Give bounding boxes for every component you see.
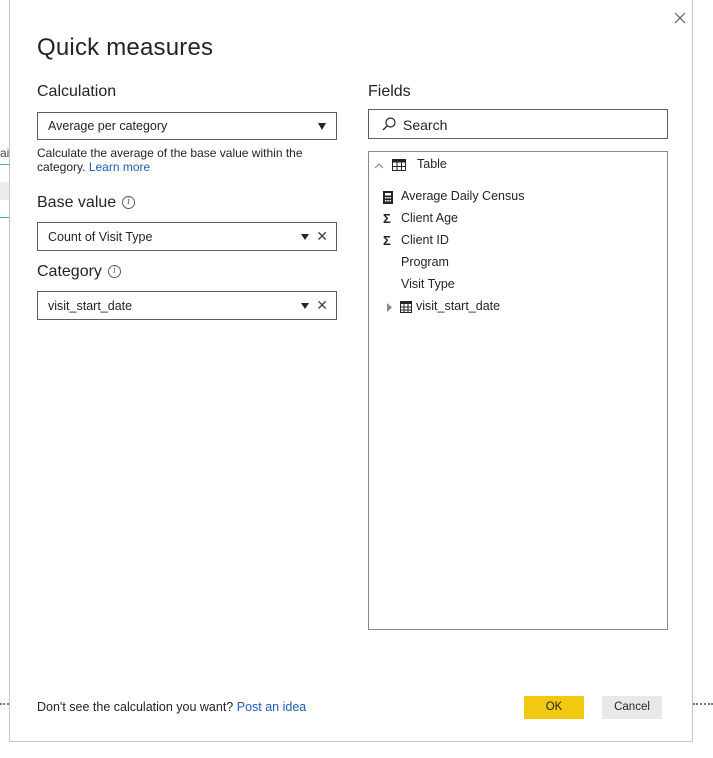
field-name: Client Age — [401, 211, 458, 225]
calculation-label: Calculation — [37, 83, 117, 100]
table-icon — [392, 159, 406, 171]
base-value-label-text: Base value — [37, 194, 117, 211]
calendar-table-icon — [400, 301, 412, 313]
expand-arrow-icon[interactable] — [387, 303, 393, 312]
base-value-text: Count of Visit Type — [48, 230, 153, 244]
field-name: Client ID — [401, 233, 449, 247]
background-fragment-text: ai — [0, 146, 10, 160]
info-icon[interactable]: i — [122, 196, 136, 210]
calculation-dropdown[interactable]: Average per category — [37, 112, 337, 140]
category-field[interactable]: visit_start_date ✕ — [37, 291, 337, 320]
field-name: Program — [401, 255, 449, 269]
sigma-icon: Σ — [383, 211, 391, 226]
fields-search-input[interactable]: Search — [368, 109, 668, 139]
calculator-icon — [383, 191, 393, 204]
background-dotted-line — [0, 703, 9, 705]
search-icon — [382, 117, 396, 131]
background-divider — [0, 217, 9, 218]
post-idea-link[interactable]: Post an idea — [237, 700, 307, 714]
field-item[interactable]: Σ Client Age — [383, 211, 623, 229]
footer-prompt-text: Don't see the calculation you want? — [37, 700, 234, 714]
calculation-selected: Average per category — [48, 119, 168, 133]
close-icon — [674, 12, 686, 24]
base-value-field[interactable]: Count of Visit Type ✕ — [37, 222, 337, 251]
background-dotted-line — [693, 703, 713, 705]
field-item[interactable]: Visit Type — [383, 277, 623, 295]
footer-prompt: Don't see the calculation you want? Post… — [37, 700, 306, 714]
quick-measures-dialog: Quick measures Calculation Average per c… — [9, 0, 693, 742]
calculation-description: Calculate the average of the base value … — [37, 146, 327, 174]
info-icon[interactable]: i — [107, 265, 121, 279]
chevron-down-icon[interactable] — [301, 303, 309, 309]
field-name: Average Daily Census — [401, 189, 525, 203]
chevron-up-icon[interactable] — [373, 160, 385, 172]
table-node[interactable]: Table — [373, 157, 573, 177]
field-item[interactable]: visit_start_date — [383, 299, 623, 317]
background-divider — [0, 164, 9, 165]
field-item[interactable]: Program — [383, 255, 623, 273]
close-icon[interactable]: ✕ — [316, 298, 328, 312]
category-label-text: Category — [37, 263, 102, 280]
close-button[interactable] — [672, 10, 688, 26]
field-name: visit_start_date — [416, 299, 501, 313]
sigma-icon: Σ — [383, 233, 391, 248]
table-name: Table — [417, 157, 447, 171]
search-placeholder: Search — [403, 117, 448, 133]
background-box — [0, 182, 9, 200]
category-text: visit_start_date — [48, 299, 133, 313]
field-name: Visit Type — [401, 277, 455, 291]
cancel-button[interactable]: Cancel — [602, 696, 662, 719]
category-label: Category i — [37, 263, 121, 281]
learn-more-link[interactable]: Learn more — [89, 160, 150, 174]
ok-button[interactable]: OK — [524, 696, 584, 719]
calculation-description-text: Calculate the average of the base value … — [37, 146, 303, 174]
dialog-title: Quick measures — [37, 34, 214, 61]
fields-label: Fields — [368, 83, 411, 100]
field-item[interactable]: Average Daily Census — [383, 189, 623, 207]
chevron-down-icon[interactable] — [301, 234, 309, 240]
base-value-label: Base value i — [37, 194, 136, 212]
field-item[interactable]: Σ Client ID — [383, 233, 623, 251]
fields-list: Table Average Daily Census Σ Client Age … — [368, 151, 668, 630]
chevron-down-icon — [318, 123, 326, 130]
close-icon[interactable]: ✕ — [316, 229, 328, 243]
